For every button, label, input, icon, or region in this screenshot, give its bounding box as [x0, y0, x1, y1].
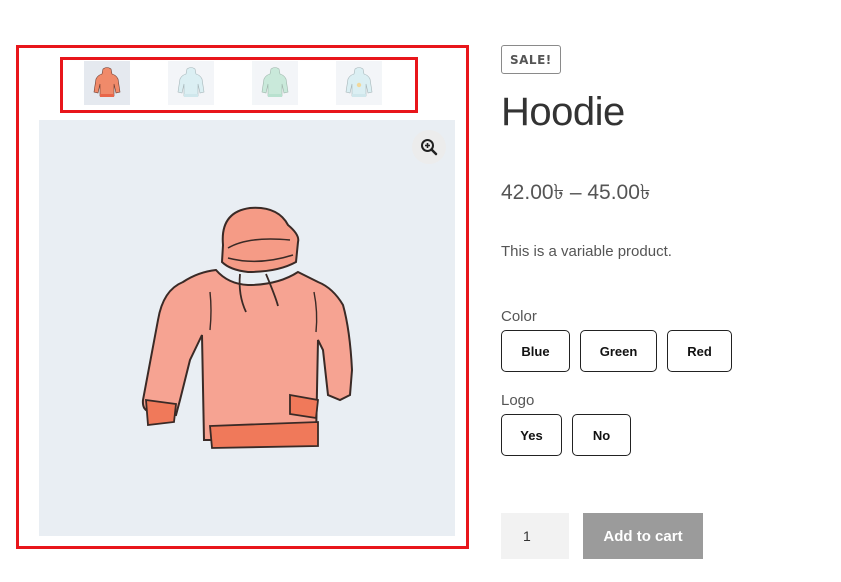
- logo-option-yes[interactable]: Yes: [501, 414, 562, 456]
- color-option-blue[interactable]: Blue: [501, 330, 570, 372]
- highlight-thumbnails-box: [60, 57, 418, 113]
- add-to-cart-button[interactable]: Add to cart: [583, 513, 703, 559]
- color-option-red[interactable]: Red: [667, 330, 732, 372]
- color-attribute-label: Color: [501, 308, 537, 325]
- logo-attribute-label: Logo: [501, 392, 535, 409]
- product-title: Hoodie: [501, 90, 625, 134]
- product-description: This is a variable product.: [501, 243, 672, 260]
- zoom-button[interactable]: [412, 130, 446, 164]
- hoodie-product-image: [141, 206, 354, 449]
- product-price: 42.00৳ – 45.00৳: [501, 181, 651, 204]
- logo-option-no[interactable]: No: [572, 414, 631, 456]
- zoom-in-icon: [421, 139, 438, 156]
- sale-badge: SALE!: [501, 45, 561, 74]
- color-option-green[interactable]: Green: [580, 330, 657, 372]
- quantity-input[interactable]: [501, 513, 569, 559]
